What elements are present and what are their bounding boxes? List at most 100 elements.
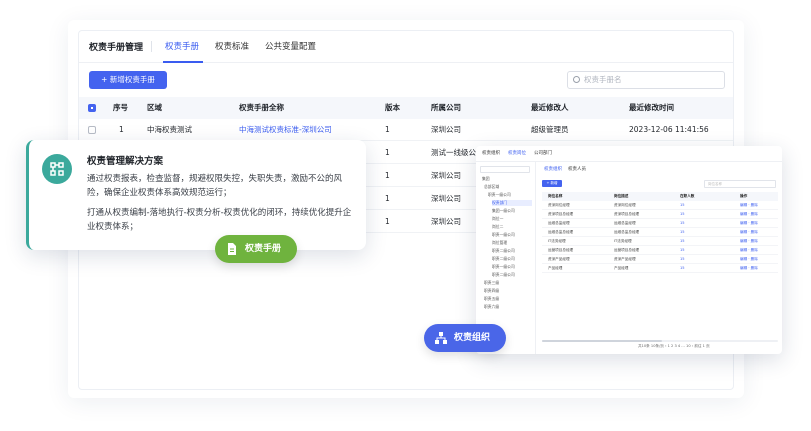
table-row[interactable]: 1 中海权责测试 中海测试权责标准-深圳公司 1 深圳公司 超级管理员 2023… (79, 119, 733, 141)
position-name: 运维总监经理 (548, 221, 570, 225)
position-desc: 运营项目总经理 (614, 248, 640, 252)
position-row[interactable]: 运维总监经理 运维总监经理 15 编辑 · 删除 (542, 219, 778, 228)
preview-tab[interactable]: 公司部门 (534, 150, 552, 156)
position-desc: 资深岗位经理 (614, 203, 636, 207)
position-name: 资深岗位经理 (548, 203, 570, 207)
position-name: 运维总监总经理 (548, 230, 574, 234)
search-input[interactable]: 权责手册名 (567, 71, 725, 89)
tree-node[interactable]: 岗位管理 (492, 240, 507, 246)
tree-node[interactable]: 职责一级公司 (492, 264, 515, 270)
cell-company: 深圳公司 (431, 194, 461, 203)
position-desc: 运维总监经理 (614, 221, 636, 225)
position-row[interactable]: 资深产品经理 资深产品经理 15 编辑 · 删除 (542, 255, 778, 264)
header-manual-name: 权责手册全称 (239, 103, 284, 112)
tree-node[interactable]: 权责部门 (492, 200, 532, 206)
solution-paragraph-1: 通过权责报表，检查监督，规避权限失控，失职失责，激励不公的风险，确保企业权责体系… (87, 174, 343, 198)
tab-public-variables[interactable]: 公共变量配置 (265, 40, 316, 52)
position-actions[interactable]: 编辑 · 删除 (740, 210, 758, 219)
cell-modifier: 超级管理员 (531, 125, 569, 134)
position-name: 资深项目总经理 (548, 212, 574, 216)
org-chart-icon (42, 154, 72, 184)
header-modifier: 最近修改人 (531, 103, 569, 112)
cell-manual-link[interactable]: 中海测试权责标准-深圳公司 (239, 119, 332, 141)
preview-subtab[interactable]: 权责人员 (568, 166, 586, 172)
row-checkbox[interactable] (88, 126, 96, 134)
add-position-button[interactable]: + 新增 (542, 180, 562, 187)
position-header: 岗位名称 (548, 194, 563, 198)
tree-node[interactable]: 集团一级公司 (492, 208, 515, 214)
preview-tab[interactable]: 权责组织 (482, 150, 500, 156)
position-row[interactable]: 资深岗位经理 资深岗位经理 15 编辑 · 删除 (542, 201, 778, 210)
position-name: IT法务经理 (548, 239, 566, 243)
position-panel: 权责组织 权责人员 + 新增 岗位名称 岗位名称 岗位描述 在职人数 操作 资深… (538, 162, 782, 354)
position-actions[interactable]: 编辑 · 删除 (740, 255, 758, 264)
position-row[interactable]: 产品经理 产品经理 15 编辑 · 删除 (542, 264, 778, 273)
preview-tab[interactable]: 权责岗位 (508, 150, 526, 156)
tree-node[interactable]: 总部区域 (484, 184, 499, 190)
cell-company: 测试一线级公 (431, 148, 476, 157)
page-title: 权责手册管理 (89, 43, 144, 53)
position-header: 在职人数 (680, 194, 695, 198)
tree-node[interactable]: 岗位二 (492, 224, 503, 230)
position-name: 产品经理 (548, 266, 563, 270)
tree-node[interactable]: 职责四级 (484, 288, 499, 294)
solution-title: 权责管理解决方案 (87, 156, 164, 167)
horizontal-scrollbar[interactable] (542, 340, 778, 342)
position-row[interactable]: 运维总监总经理 运维总监总经理 15 编辑 · 删除 (542, 228, 778, 237)
tab-divider (151, 41, 152, 52)
tree-node[interactable]: 岗位一 (492, 216, 503, 222)
org-pill-button[interactable]: 权责组织 (424, 324, 506, 352)
position-count: 15 (680, 230, 685, 234)
position-count: 15 (680, 266, 685, 270)
tree-node[interactable]: 职责二级公司 (492, 272, 515, 278)
position-actions[interactable]: 编辑 · 删除 (740, 219, 758, 228)
search-icon (573, 76, 580, 83)
add-manual-button[interactable]: + 新增权责手册 (89, 71, 167, 89)
scrollbar-thumb[interactable] (542, 340, 662, 342)
manual-pill-button[interactable]: 权责手册 (215, 235, 297, 263)
position-actions[interactable]: 编辑 · 删除 (740, 264, 758, 273)
position-desc: 资深项目总经理 (614, 212, 640, 216)
tree-node[interactable]: 职责五级 (484, 296, 499, 302)
position-desc: IT法务经理 (614, 239, 632, 243)
manual-pill-label: 权责手册 (245, 244, 282, 254)
position-header: 岗位描述 (614, 194, 629, 198)
header-company: 所属公司 (431, 103, 461, 112)
position-desc: 资深产品经理 (614, 257, 636, 261)
solution-card: 权责管理解决方案 通过权责报表，检查监督，规避权限失控，失职失责，激励不公的风险… (26, 140, 366, 250)
tree-node[interactable]: 职责二级公司 (492, 248, 515, 254)
position-count: 15 (680, 221, 685, 225)
tree-node[interactable]: 集团 (482, 176, 490, 182)
cell-version: 1 (385, 148, 390, 157)
pagination[interactable]: 共10条 10条/页 ‹ 1 2 3 4 … 10 › 前往 1 页 (638, 344, 710, 349)
tab-manual[interactable]: 权责手册 (165, 40, 199, 52)
org-pill-label: 权责组织 (454, 333, 491, 343)
preview-tab-bar: 权责组织 权责岗位 公司部门 (476, 146, 782, 162)
cell-version: 1 (385, 171, 390, 180)
position-desc: 产品经理 (614, 266, 629, 270)
tab-standard[interactable]: 权责标准 (215, 40, 249, 52)
preview-subtab[interactable]: 权责组织 (544, 166, 562, 172)
select-all-checkbox[interactable] (88, 104, 96, 112)
position-actions[interactable]: 编辑 · 删除 (740, 201, 758, 210)
position-count: 15 (680, 239, 685, 243)
position-header: 操作 (740, 194, 748, 198)
header-index: 序号 (113, 103, 128, 112)
tree-node[interactable]: 职责六级 (484, 304, 499, 310)
page: 权责手册管理 权责手册 权责标准 公共变量配置 + 新增权责手册 权责手册名 序… (0, 0, 811, 431)
position-actions[interactable]: 编辑 · 删除 (740, 228, 758, 237)
position-actions[interactable]: 编辑 · 删除 (740, 237, 758, 246)
tree-node[interactable]: 职责一级公司 (492, 232, 515, 238)
solution-paragraph-2: 打通从权责编制-落地执行-权责分析-权责优化的闭环，持续优化提升企业权责体系； (87, 208, 352, 232)
position-row[interactable]: 资深项目总经理 资深项目总经理 15 编辑 · 删除 (542, 210, 778, 219)
position-row[interactable]: IT法务经理 IT法务经理 15 编辑 · 删除 (542, 237, 778, 246)
position-actions[interactable]: 编辑 · 删除 (740, 246, 758, 255)
position-search-input[interactable]: 岗位名称 (704, 180, 776, 188)
tree-node[interactable]: 职责二级公司 (492, 256, 515, 262)
tree-node[interactable]: 职责一级公司 (488, 192, 511, 198)
tab-bar: 权责手册管理 权责手册 权责标准 公共变量配置 (79, 31, 733, 63)
position-row[interactable]: 运营项目总经理 运营项目总经理 15 编辑 · 删除 (542, 246, 778, 255)
tree-node[interactable]: 职责三级 (484, 280, 499, 286)
tree-search-input[interactable] (480, 166, 530, 173)
search-placeholder: 权责手册名 (584, 75, 622, 84)
